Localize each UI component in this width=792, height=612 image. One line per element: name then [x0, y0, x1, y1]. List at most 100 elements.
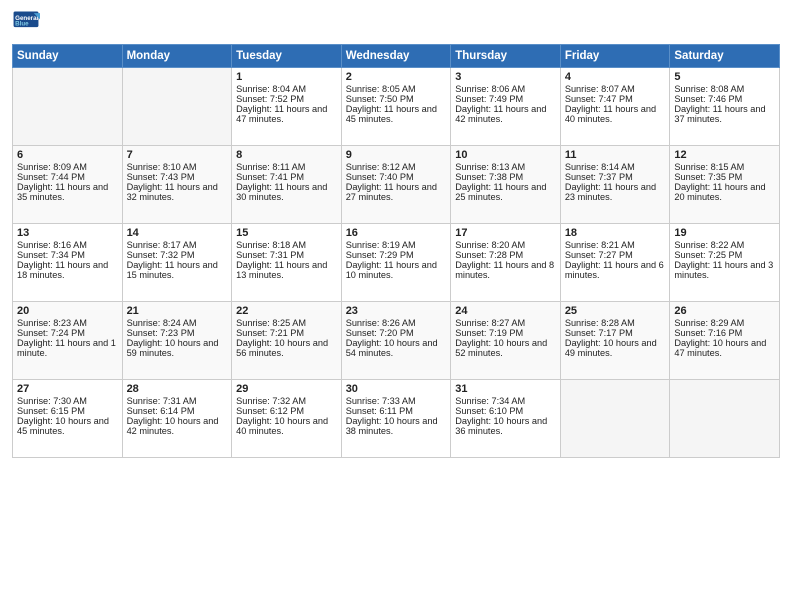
calendar-cell: 16Sunrise: 8:19 AMSunset: 7:29 PMDayligh…	[341, 224, 451, 302]
day-info: Sunset: 7:43 PM	[127, 172, 228, 182]
day-info: Sunset: 7:16 PM	[674, 328, 775, 338]
day-info: Sunset: 7:25 PM	[674, 250, 775, 260]
day-info: Daylight: 10 hours and 59 minutes.	[127, 338, 228, 358]
calendar-cell: 14Sunrise: 8:17 AMSunset: 7:32 PMDayligh…	[122, 224, 232, 302]
day-number: 4	[565, 71, 666, 83]
calendar-cell: 25Sunrise: 8:28 AMSunset: 7:17 PMDayligh…	[560, 302, 670, 380]
day-info: Daylight: 11 hours and 6 minutes.	[565, 260, 666, 280]
main-container: General Blue SundayMondayTuesdayWednesda…	[0, 0, 792, 466]
day-info: Sunset: 7:19 PM	[455, 328, 556, 338]
day-info: Sunset: 7:52 PM	[236, 94, 337, 104]
day-header-sunday: Sunday	[13, 45, 123, 68]
day-info: Daylight: 11 hours and 45 minutes.	[346, 104, 447, 124]
day-info: Daylight: 10 hours and 49 minutes.	[565, 338, 666, 358]
day-number: 25	[565, 305, 666, 317]
svg-text:Blue: Blue	[15, 21, 29, 28]
day-number: 23	[346, 305, 447, 317]
calendar-cell	[670, 380, 780, 458]
day-info: Sunrise: 7:34 AM	[455, 396, 556, 406]
day-info: Daylight: 11 hours and 32 minutes.	[127, 182, 228, 202]
day-info: Sunrise: 8:24 AM	[127, 318, 228, 328]
day-info: Sunrise: 8:23 AM	[17, 318, 118, 328]
day-info: Sunset: 7:27 PM	[565, 250, 666, 260]
day-number: 21	[127, 305, 228, 317]
day-info: Daylight: 11 hours and 8 minutes.	[455, 260, 556, 280]
day-info: Sunrise: 7:30 AM	[17, 396, 118, 406]
calendar-week-1: 1Sunrise: 8:04 AMSunset: 7:52 PMDaylight…	[13, 68, 780, 146]
day-info: Sunrise: 8:22 AM	[674, 240, 775, 250]
calendar-week-3: 13Sunrise: 8:16 AMSunset: 7:34 PM Dayligh…	[13, 224, 780, 302]
day-info: Sunrise: 8:13 AM	[455, 162, 556, 172]
day-info: Daylight: 10 hours and 40 minutes.	[236, 416, 337, 436]
logo: General Blue	[12, 10, 42, 38]
calendar-cell: 4Sunrise: 8:07 AMSunset: 7:47 PMDaylight…	[560, 68, 670, 146]
day-number: 9	[346, 149, 447, 161]
calendar-cell: 17Sunrise: 8:20 AMSunset: 7:28 PMDayligh…	[451, 224, 561, 302]
day-info: Sunrise: 8:16 AM	[17, 240, 118, 250]
calendar-cell: 5Sunrise: 8:08 AMSunset: 7:46 PMDaylight…	[670, 68, 780, 146]
day-number: 12	[674, 149, 775, 161]
day-number: 14	[127, 227, 228, 239]
day-number: 7	[127, 149, 228, 161]
calendar-cell: 24Sunrise: 8:27 AMSunset: 7:19 PMDayligh…	[451, 302, 561, 380]
day-number: 11	[565, 149, 666, 161]
day-info: Daylight: 11 hours and 23 minutes.	[565, 182, 666, 202]
day-number: 24	[455, 305, 556, 317]
day-info: Sunset: 6:12 PM	[236, 406, 337, 416]
day-info: Sunrise: 8:27 AM	[455, 318, 556, 328]
day-info: Sunset: 7:29 PM	[346, 250, 447, 260]
day-info: Sunrise: 7:31 AM	[127, 396, 228, 406]
day-info: Daylight: 10 hours and 36 minutes.	[455, 416, 556, 436]
day-number: 28	[127, 383, 228, 395]
day-info: Daylight: 11 hours and 25 minutes.	[455, 182, 556, 202]
calendar-cell	[13, 68, 123, 146]
day-number: 20	[17, 305, 118, 317]
day-info: Sunrise: 7:33 AM	[346, 396, 447, 406]
day-info: Daylight: 10 hours and 54 minutes.	[346, 338, 447, 358]
day-info: Daylight: 11 hours and 15 minutes.	[127, 260, 228, 280]
day-info: Sunrise: 8:28 AM	[565, 318, 666, 328]
day-info: Sunset: 7:24 PM	[17, 328, 118, 338]
day-info: Sunset: 7:32 PM	[127, 250, 228, 260]
day-number: 27	[17, 383, 118, 395]
day-header-thursday: Thursday	[451, 45, 561, 68]
day-number: 30	[346, 383, 447, 395]
calendar-cell: 7Sunrise: 8:10 AMSunset: 7:43 PMDaylight…	[122, 146, 232, 224]
day-info: Sunset: 7:23 PM	[127, 328, 228, 338]
calendar-week-5: 27Sunrise: 7:30 AMSunset: 6:15 PM Dayligh…	[13, 380, 780, 458]
day-header-wednesday: Wednesday	[341, 45, 451, 68]
day-info: Sunset: 7:50 PM	[346, 94, 447, 104]
calendar-cell: 10Sunrise: 8:13 AMSunset: 7:38 PMDayligh…	[451, 146, 561, 224]
day-info: Sunrise: 8:17 AM	[127, 240, 228, 250]
day-info: Sunrise: 8:26 AM	[346, 318, 447, 328]
day-number: 1	[236, 71, 337, 83]
calendar-week-4: 20Sunrise: 8:23 AMSunset: 7:24 PM Dayligh…	[13, 302, 780, 380]
calendar-table: SundayMondayTuesdayWednesdayThursdayFrid…	[12, 44, 780, 458]
day-info: Daylight: 11 hours and 20 minutes.	[674, 182, 775, 202]
day-info: Sunset: 7:31 PM	[236, 250, 337, 260]
day-info: Sunset: 6:10 PM	[455, 406, 556, 416]
day-header-monday: Monday	[122, 45, 232, 68]
day-info: Sunset: 7:44 PM	[17, 172, 118, 182]
day-info: Sunset: 7:34 PM	[17, 250, 118, 260]
day-info: Sunrise: 8:10 AM	[127, 162, 228, 172]
day-info: Sunrise: 8:09 AM	[17, 162, 118, 172]
calendar-cell: 29Sunrise: 7:32 AMSunset: 6:12 PMDayligh…	[232, 380, 342, 458]
day-info: Daylight: 11 hours and 35 minutes.	[17, 182, 118, 202]
day-info: Daylight: 11 hours and 37 minutes.	[674, 104, 775, 124]
calendar-cell: 8Sunrise: 8:11 AMSunset: 7:41 PMDaylight…	[232, 146, 342, 224]
calendar-cell: 11Sunrise: 8:14 AMSunset: 7:37 PMDayligh…	[560, 146, 670, 224]
day-info: Sunset: 6:15 PM	[17, 406, 118, 416]
day-info: Sunset: 7:17 PM	[565, 328, 666, 338]
day-number: 26	[674, 305, 775, 317]
day-info: Sunset: 7:35 PM	[674, 172, 775, 182]
day-number: 13	[17, 227, 118, 239]
header: General Blue	[12, 10, 780, 38]
day-info: Sunrise: 8:12 AM	[346, 162, 447, 172]
calendar-cell: 3Sunrise: 8:06 AMSunset: 7:49 PMDaylight…	[451, 68, 561, 146]
day-header-tuesday: Tuesday	[232, 45, 342, 68]
day-info: Sunset: 6:11 PM	[346, 406, 447, 416]
day-info: Daylight: 11 hours and 47 minutes.	[236, 104, 337, 124]
day-info: Sunrise: 8:05 AM	[346, 84, 447, 94]
calendar-cell: 1Sunrise: 8:04 AMSunset: 7:52 PMDaylight…	[232, 68, 342, 146]
